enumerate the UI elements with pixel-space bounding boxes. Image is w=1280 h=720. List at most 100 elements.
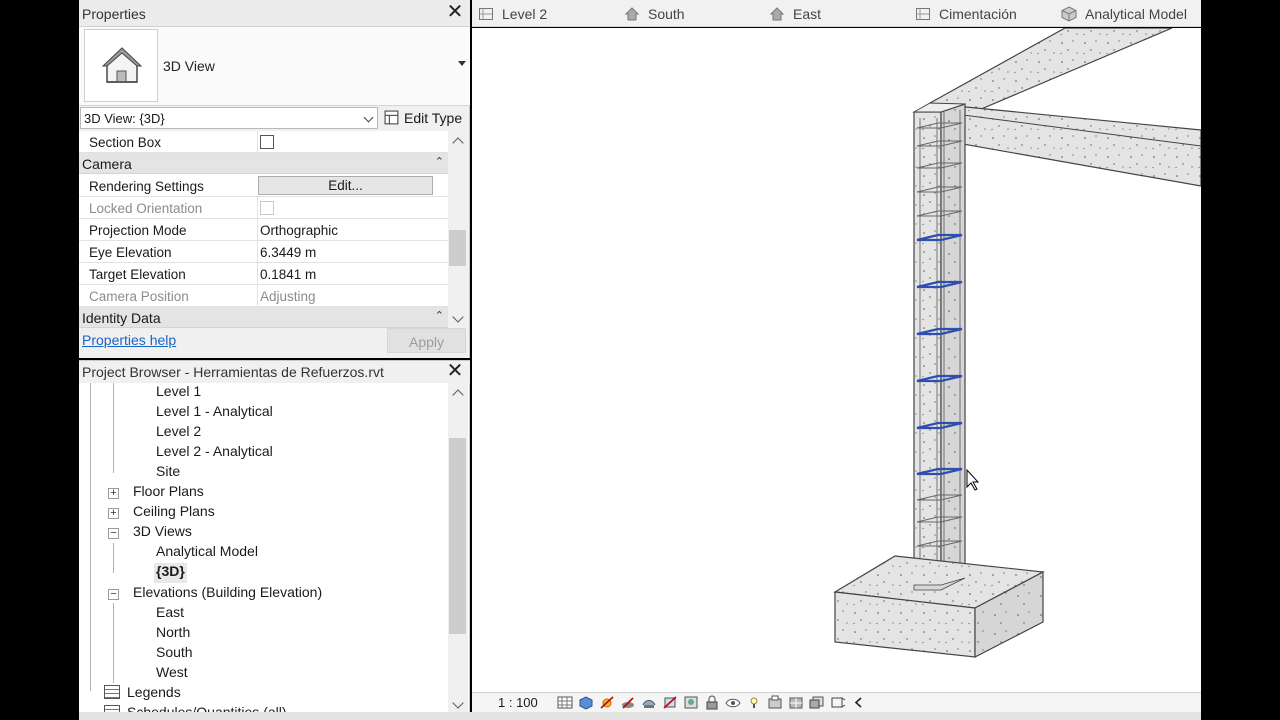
eye-elevation-value[interactable]: 6.3449 m: [257, 241, 434, 262]
reveal-constraints-icon[interactable]: [830, 695, 846, 710]
tab-east[interactable]: East: [769, 0, 821, 27]
chevron-left-icon[interactable]: [851, 695, 867, 710]
reveal-hidden-icon[interactable]: [746, 695, 762, 710]
rendering-edit-button[interactable]: Edit...: [258, 176, 433, 195]
highlight-displacement-icon[interactable]: [809, 695, 825, 710]
tree-line: [113, 383, 114, 473]
browser-header: Project Browser - Herramientas de Refuer…: [79, 361, 470, 383]
scroll-thumb[interactable]: [449, 438, 466, 634]
tree-item-level-2-analytical[interactable]: Level 2 - Analytical: [156, 443, 273, 463]
visual-style-icon[interactable]: [578, 695, 594, 710]
tree-item-3d-views[interactable]: 3D Views: [133, 523, 192, 543]
scroll-down-icon[interactable]: [452, 697, 464, 709]
tree-item-level-1[interactable]: Level 1: [156, 383, 201, 403]
tree-item-floor-plans[interactable]: Floor Plans: [133, 483, 204, 503]
collapse-icon[interactable]: −: [108, 589, 119, 600]
properties-help-link[interactable]: Properties help: [82, 332, 176, 348]
legend-icon: [104, 685, 120, 699]
sun-path-icon[interactable]: [599, 695, 615, 710]
section-box-checkbox[interactable]: [260, 135, 274, 149]
tree-item-analytical-model[interactable]: Analytical Model: [156, 543, 258, 563]
crop-view-icon[interactable]: [662, 695, 678, 710]
view-control-bar: 1 : 100: [472, 692, 1201, 712]
browser-scrollbar[interactable]: [448, 383, 468, 713]
render-icon[interactable]: [641, 695, 657, 710]
temporary-hide-icon[interactable]: [725, 695, 741, 710]
target-elevation-value[interactable]: 0.1841 m: [257, 263, 434, 284]
row-camera-position: Camera Position Adjusting: [79, 285, 448, 307]
detail-level-icon[interactable]: [557, 695, 573, 710]
browser-tree: Level 1 Level 1 - Analytical Level 2 Lev…: [79, 383, 448, 720]
properties-header: Properties ✕: [79, 0, 470, 27]
projection-mode-label: Projection Mode: [89, 223, 187, 238]
row-target-elevation: Target Elevation 0.1841 m: [79, 263, 448, 285]
tree-item-west[interactable]: West: [156, 664, 188, 684]
view-scale[interactable]: 1 : 100: [498, 695, 538, 710]
3d-view-house-icon: [84, 29, 158, 102]
scroll-thumb[interactable]: [449, 230, 466, 266]
expand-icon[interactable]: +: [108, 508, 119, 519]
close-browser-icon[interactable]: ✕: [446, 361, 464, 381]
tab-cimentacion[interactable]: Cimentación: [915, 0, 1017, 27]
view-tabs-bar: Level 2 South East Cimentación Analytica…: [472, 0, 1201, 27]
beam-back[interactable]: [928, 28, 1173, 119]
mouse-cursor-icon: [966, 468, 980, 491]
lock-3d-view-icon[interactable]: [704, 695, 720, 710]
identity-group-header[interactable]: Identity Data ⌃: [79, 307, 448, 328]
3d-model-drawing: [833, 28, 1201, 658]
tab-label: Cimentación: [939, 5, 1017, 22]
scroll-up-icon[interactable]: [452, 137, 464, 149]
3d-view-icon: [1061, 5, 1077, 22]
tab-south[interactable]: South: [624, 0, 685, 27]
type-dropdown-icon[interactable]: [458, 61, 466, 66]
projection-mode-value[interactable]: Orthographic: [257, 219, 434, 240]
view-instance-select[interactable]: 3D View: {3D}: [80, 107, 378, 129]
tab-level-2[interactable]: Level 2: [478, 0, 547, 27]
tree-item-elevations[interactable]: Elevations (Building Elevation): [133, 584, 322, 604]
properties-scrollbar[interactable]: [448, 131, 468, 329]
row-eye-elevation: Eye Elevation 6.3449 m: [79, 241, 448, 263]
scroll-up-icon[interactable]: [452, 389, 464, 401]
show-crop-icon[interactable]: [683, 695, 699, 710]
edit-type-button[interactable]: Edit Type: [384, 108, 462, 128]
left-frame: [0, 0, 79, 720]
3d-view-canvas[interactable]: [472, 28, 1201, 692]
scroll-down-icon[interactable]: [452, 311, 464, 323]
collapse-icon[interactable]: −: [108, 528, 119, 539]
tree-item-3d-selected[interactable]: {3D}: [154, 563, 187, 583]
close-properties-icon[interactable]: ✕: [446, 2, 464, 22]
edit-type-icon: [384, 110, 399, 125]
target-elevation-label: Target Elevation: [89, 267, 186, 282]
shadows-icon[interactable]: [620, 695, 636, 710]
type-name: 3D View: [163, 58, 215, 74]
tree-item-ceiling-plans[interactable]: Ceiling Plans: [133, 503, 215, 523]
camera-group-header[interactable]: Camera ⌃: [79, 153, 448, 174]
analytical-model-icon[interactable]: [788, 695, 804, 710]
camera-position-label: Camera Position: [89, 289, 189, 304]
collapse-icon[interactable]: ⌃: [435, 309, 444, 322]
rendering-settings-label: Rendering Settings: [89, 179, 204, 194]
tab-analytical-model[interactable]: Analytical Model: [1061, 0, 1187, 27]
locked-orientation-checkbox: [260, 201, 274, 215]
tree-item-north[interactable]: North: [156, 624, 190, 644]
tree-item-level-2[interactable]: Level 2: [156, 423, 201, 443]
view-selector-row: 3D View: {3D} Edit Type: [79, 106, 470, 130]
row-section-box: Section Box: [79, 131, 448, 153]
tree-item-south[interactable]: South: [156, 644, 193, 664]
tree-line: [90, 383, 91, 691]
tree-item-site[interactable]: Site: [156, 463, 180, 483]
collapse-icon[interactable]: ⌃: [435, 155, 444, 168]
worksharing-icon[interactable]: [767, 695, 783, 710]
right-frame: [1201, 0, 1280, 720]
apply-button[interactable]: Apply: [387, 328, 466, 353]
locked-orientation-label: Locked Orientation: [89, 201, 203, 216]
edit-type-label: Edit Type: [404, 110, 463, 126]
expand-icon[interactable]: +: [108, 488, 119, 499]
section-box-label: Section Box: [89, 135, 162, 150]
tree-line: [113, 543, 114, 573]
column-face-right[interactable]: [940, 103, 966, 586]
tree-item-level-1-analytical[interactable]: Level 1 - Analytical: [156, 403, 273, 423]
tree-item-legends[interactable]: Legends: [127, 684, 181, 704]
type-selector[interactable]: 3D View: [79, 27, 470, 106]
tree-item-east[interactable]: East: [156, 604, 184, 624]
